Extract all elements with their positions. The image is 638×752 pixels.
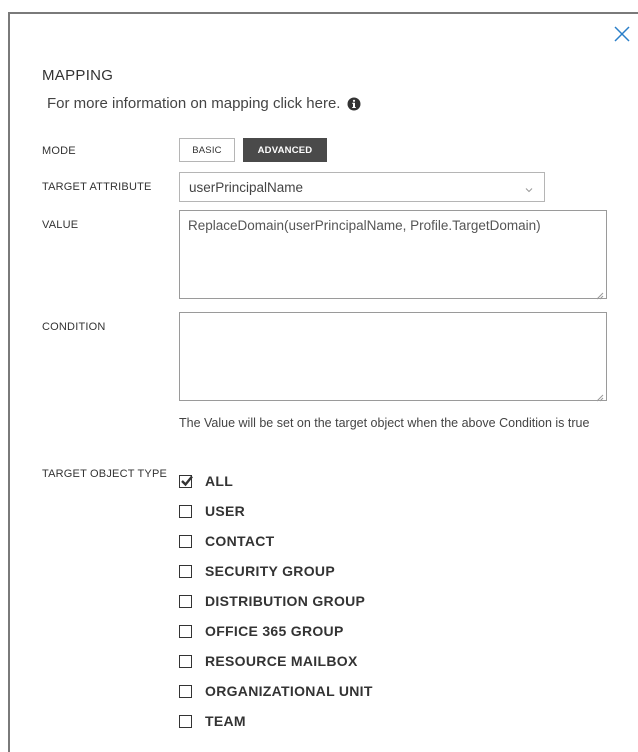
checkbox-unchecked-icon[interactable] — [179, 534, 192, 548]
checkbox-user[interactable]: USER — [179, 501, 479, 521]
checkbox-label: DISTRIBUTION GROUP — [205, 593, 366, 609]
checkbox-label: RESOURCE MAILBOX — [205, 653, 358, 669]
checkbox-label: ALL — [205, 473, 234, 489]
mode-basic-button[interactable]: BASIC — [179, 138, 235, 162]
info-text: For more information on mapping click he… — [47, 95, 341, 112]
checkbox-unchecked-icon[interactable] — [179, 564, 192, 578]
value-label: VALUE — [42, 219, 79, 231]
target-attribute-select[interactable]: userPrincipalName — [179, 172, 545, 202]
checkbox-all[interactable]: ALL — [179, 471, 479, 491]
mapping-info-link[interactable]: For more information on mapping click he… — [47, 95, 361, 112]
value-text: ReplaceDomain(userPrincipalName, Profile… — [188, 218, 541, 233]
resize-grip-icon[interactable] — [596, 390, 604, 402]
condition-textarea[interactable] — [179, 312, 607, 402]
checkbox-unchecked-icon[interactable] — [179, 714, 192, 728]
checkbox-organizational-unit[interactable]: ORGANIZATIONAL UNIT — [179, 681, 479, 701]
checkbox-unchecked-icon[interactable] — [179, 624, 192, 638]
mode-advanced-button[interactable]: ADVANCED — [243, 138, 327, 162]
mode-label: MODE — [42, 145, 76, 157]
target-attribute-value: userPrincipalName — [189, 179, 304, 195]
condition-hint: The Value will be set on the target obje… — [179, 416, 590, 430]
checkbox-unchecked-icon[interactable] — [179, 654, 192, 668]
target-object-type-label: TARGET OBJECT TYPE — [42, 468, 168, 480]
target-attribute-label: TARGET ATTRIBUTE — [42, 181, 152, 193]
checkbox-office-365-group[interactable]: OFFICE 365 GROUP — [179, 621, 479, 641]
checkbox-resource-mailbox[interactable]: RESOURCE MAILBOX — [179, 651, 479, 671]
checkbox-unchecked-icon[interactable] — [179, 684, 192, 698]
checkbox-label: TEAM — [205, 713, 246, 729]
checkbox-label: ORGANIZATIONAL UNIT — [205, 683, 373, 699]
checkbox-contact[interactable]: CONTACT — [179, 531, 479, 551]
checkbox-label: CONTACT — [205, 533, 275, 549]
info-circle-icon[interactable] — [347, 97, 361, 111]
condition-label: CONDITION — [42, 321, 106, 333]
checkbox-unchecked-icon[interactable] — [179, 594, 192, 608]
checkbox-team[interactable]: TEAM — [179, 711, 479, 731]
close-icon[interactable] — [612, 24, 632, 44]
resize-grip-icon[interactable] — [596, 288, 604, 300]
checkbox-distribution-group[interactable]: DISTRIBUTION GROUP — [179, 591, 479, 611]
checkbox-label: USER — [205, 503, 246, 519]
checkbox-checked-icon[interactable] — [179, 474, 193, 488]
value-textarea[interactable]: ReplaceDomain(userPrincipalName, Profile… — [179, 210, 607, 300]
chevron-down-icon — [524, 182, 534, 193]
checkbox-label: SECURITY GROUP — [205, 563, 335, 579]
dialog-title: MAPPING — [42, 67, 114, 84]
checkbox-label: OFFICE 365 GROUP — [205, 623, 344, 639]
checkbox-security-group[interactable]: SECURITY GROUP — [179, 561, 479, 581]
checkbox-unchecked-icon[interactable] — [179, 504, 192, 518]
